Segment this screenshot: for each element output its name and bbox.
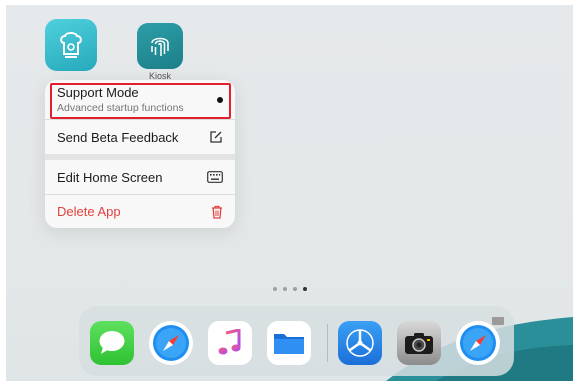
menu-item-title: Edit Home Screen [57,169,163,185]
multi-window-badge-icon [491,316,505,326]
trash-icon [212,205,222,219]
dock [79,306,514,376]
compose-icon [210,131,222,143]
page-dot-active [303,287,307,291]
propeller-icon [346,329,374,357]
camera-icon [405,333,433,354]
safari-app-icon[interactable] [149,321,193,365]
camera-app-icon[interactable] [397,321,441,365]
speech-bubble-icon [99,331,125,354]
menu-item-send-beta-feedback[interactable]: Send Beta Feedback [45,120,235,160]
chef-app-icon[interactable] [45,19,97,71]
safari-recent-app-icon[interactable] [456,321,500,365]
page-dot [283,287,287,291]
dock-separator [327,324,328,362]
menu-item-title: Send Beta Feedback [57,129,179,145]
menu-item-support-mode[interactable]: Support Mode Advanced startup functions [45,80,235,120]
files-app-icon[interactable] [267,321,311,365]
ipad-home-screen: Kiosk Support Mode Advanced startup func… [6,5,573,381]
menu-item-subtitle: Advanced startup functions [57,102,184,114]
music-note-icon [218,329,241,355]
folder-icon [274,334,304,354]
menu-item-title: Support Mode [57,85,139,100]
chef-hat-icon [60,32,82,58]
keyboard-icon [207,171,223,183]
fingerprint-icon [151,37,169,56]
page-dot [293,287,297,291]
dot-icon [217,96,223,103]
compass-icon [460,325,496,361]
kiosk-app-icon[interactable] [137,23,183,69]
menu-item-edit-home-screen[interactable]: Edit Home Screen [45,160,235,195]
menu-item-title: Delete App [57,204,121,219]
app-context-menu: Support Mode Advanced startup functions … [45,80,235,228]
messages-app-icon[interactable] [90,321,134,365]
page-dot [273,287,277,291]
compass-icon [153,325,189,361]
page-indicator[interactable] [273,287,307,291]
menu-item-delete-app[interactable]: Delete App [45,195,235,228]
testflight-app-icon[interactable] [338,321,382,365]
music-app-icon[interactable] [208,321,252,365]
